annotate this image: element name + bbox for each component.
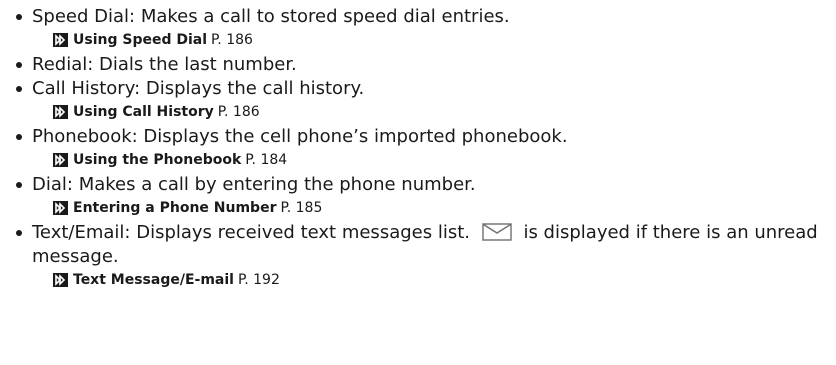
bullet-icon [16, 182, 22, 188]
item-term: Phonebook [32, 126, 132, 147]
cross-reference-title: Using Call History [73, 104, 214, 120]
cross-reference-arrow-icon [53, 105, 68, 119]
bullet-icon [16, 62, 22, 68]
list-item-call-history: Call History: Displays the call history.… [16, 77, 836, 123]
item-text: Speed Dial: Makes a call to stored speed… [32, 5, 836, 29]
cross-reference-link[interactable]: Text Message/E-mail P. 192 [53, 269, 836, 291]
list-item-redial: Redial: Dials the last number. [16, 53, 836, 77]
envelope-icon [482, 223, 512, 241]
cross-reference-title: Entering a Phone Number [73, 200, 277, 216]
cross-reference-page: P. 185 [280, 200, 323, 216]
cross-reference-arrow-icon [53, 153, 68, 167]
cross-reference-page: P. 186 [217, 104, 260, 120]
bullet-icon [16, 230, 22, 236]
item-description: : Makes a call to stored speed dial entr… [129, 6, 510, 27]
manual-page: Speed Dial: Makes a call to stored speed… [0, 0, 836, 365]
item-text: Phonebook: Displays the cell phone’s imp… [32, 125, 836, 149]
item-text: Text/Email: Displays received text messa… [32, 221, 832, 269]
cross-reference-page: P. 184 [245, 152, 288, 168]
cross-reference-link[interactable]: Using Call History P. 186 [53, 101, 836, 123]
cross-reference-title: Using Speed Dial [73, 32, 208, 48]
cross-reference-link[interactable]: Entering a Phone Number P. 185 [53, 197, 836, 219]
cross-reference-title: Text Message/E-mail [73, 272, 234, 288]
cross-reference-arrow-icon [53, 201, 68, 215]
item-text: Call History: Displays the call history. [32, 77, 836, 101]
item-text: Dial: Makes a call by entering the phone… [32, 173, 836, 197]
cross-reference-title: Using the Phonebook [73, 152, 242, 168]
list-item-text-email: Text/Email: Displays received text messa… [16, 221, 836, 291]
item-text: Redial: Dials the last number. [32, 53, 836, 77]
item-term: Text/Email [32, 222, 125, 243]
bullet-icon [16, 134, 22, 140]
item-description: : Displays the cell phone’s imported pho… [131, 126, 568, 147]
bullet-icon [16, 14, 22, 20]
cross-reference-arrow-icon [53, 273, 68, 287]
item-description: : Displays the call history. [134, 78, 365, 99]
cross-reference-link[interactable]: Using Speed Dial P. 186 [53, 29, 836, 51]
list-item-phonebook: Phonebook: Displays the cell phone’s imp… [16, 125, 836, 171]
item-term: Redial [32, 54, 88, 75]
item-term: Dial [32, 174, 67, 195]
bullet-icon [16, 86, 22, 92]
item-description: : Dials the last number. [87, 54, 297, 75]
item-term: Call History [32, 78, 135, 99]
cross-reference-page: P. 186 [211, 32, 253, 48]
item-description: : Displays received text messages list. [124, 222, 470, 243]
cross-reference-page: P. 192 [237, 272, 280, 288]
cross-reference-arrow-icon [53, 33, 68, 47]
cross-reference-link[interactable]: Using the Phonebook P. 184 [53, 149, 836, 171]
item-term: Speed Dial [32, 6, 130, 27]
item-description: : Makes a call by entering the phone num… [66, 174, 476, 195]
list-item-dial: Dial: Makes a call by entering the phone… [16, 173, 836, 219]
list-item-speed-dial: Speed Dial: Makes a call to stored speed… [16, 5, 836, 51]
